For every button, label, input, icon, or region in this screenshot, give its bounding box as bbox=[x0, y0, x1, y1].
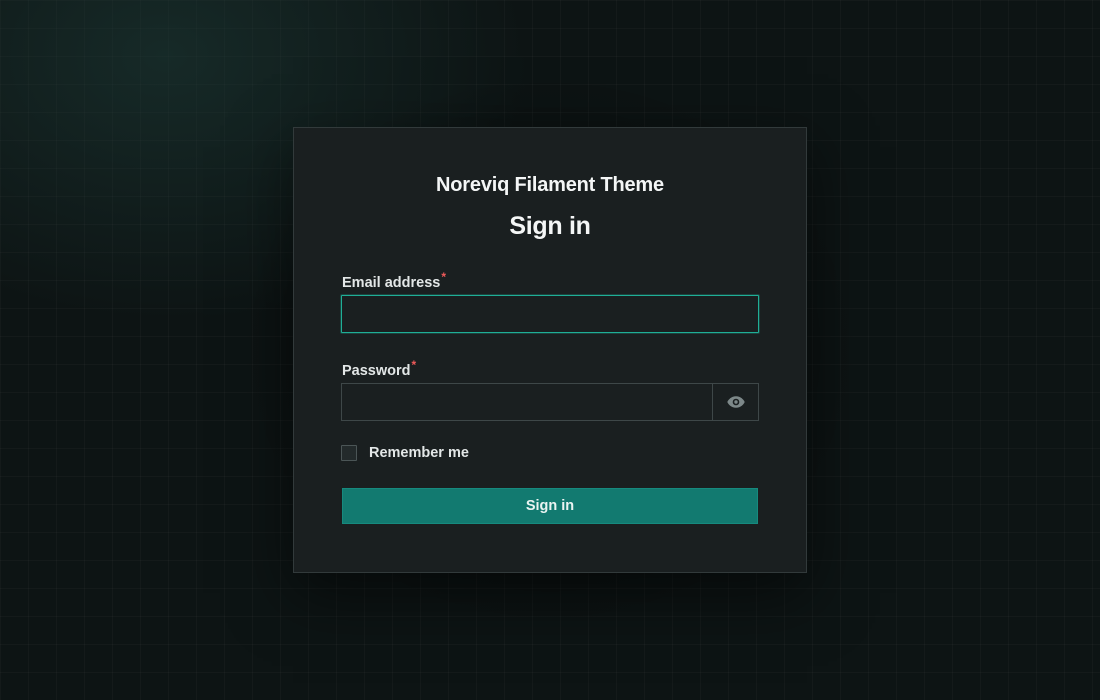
email-required-marker: * bbox=[441, 270, 446, 284]
password-label-text: Password bbox=[342, 363, 411, 379]
remember-me-row: Remember me bbox=[341, 445, 469, 461]
remember-me-label[interactable]: Remember me bbox=[369, 445, 469, 461]
password-required-marker: * bbox=[411, 358, 417, 372]
email-field[interactable] bbox=[341, 295, 759, 333]
remember-me-checkbox[interactable] bbox=[341, 445, 357, 461]
email-label: Email address* bbox=[342, 270, 446, 291]
sign-in-button[interactable]: Sign in bbox=[342, 488, 758, 524]
app-title: Noreviq Filament Theme bbox=[436, 174, 664, 196]
password-input-area bbox=[342, 384, 712, 420]
password-field bbox=[341, 383, 759, 421]
login-card: Noreviq Filament Theme Sign in Email add… bbox=[293, 127, 807, 573]
password-label: Password* bbox=[342, 358, 416, 379]
eye-icon bbox=[726, 396, 745, 408]
show-password-button[interactable] bbox=[712, 384, 758, 420]
page-heading: Sign in bbox=[509, 212, 591, 240]
email-input[interactable] bbox=[342, 296, 758, 332]
email-label-text: Email address bbox=[342, 275, 441, 291]
password-input[interactable] bbox=[342, 384, 712, 420]
